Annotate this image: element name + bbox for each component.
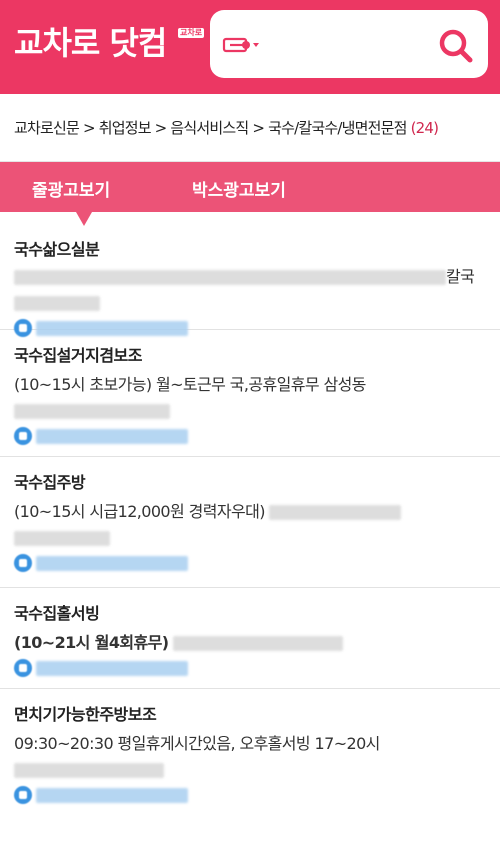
- phone-icon: [14, 659, 32, 677]
- list-item[interactable]: 면치기가능한주방보조 09:30~20:30 평일휴게시간있음, 오후홀서빙 1…: [0, 689, 500, 827]
- listing-title: 국수집설거지겸보조: [14, 346, 142, 365]
- category-dropdown-icon: [222, 37, 259, 53]
- listing-desc-end: 칼국: [446, 267, 475, 286]
- result-count: (24): [410, 118, 439, 137]
- blurred-phone: [36, 555, 188, 571]
- phone-icon: [14, 786, 32, 804]
- tab-line-ads[interactable]: 줄광고보기: [32, 176, 110, 201]
- listing-desc: (10~15시 시급12,000원 경력자우대): [14, 499, 486, 525]
- ad-view-tabs: 줄광고보기 박스광고보기: [0, 162, 500, 226]
- tab-box-ads[interactable]: 박스광고보기: [192, 176, 286, 201]
- search-icon: [439, 29, 473, 63]
- listing-desc: 09:30~20:30 평일휴게시간있음, 오후홀서빙 17~20시: [14, 734, 380, 753]
- list-item[interactable]: 국수집설거지겸보조 (10~15시 초보가능) 월~토근무 국,공휴일휴무 삼성…: [0, 330, 500, 457]
- header: 교차로 닷컴 교차로: [0, 0, 500, 94]
- blurred-text: [14, 404, 170, 419]
- listing-title: 국수삶으실분: [14, 240, 100, 259]
- list-item[interactable]: 국수집주방 (10~15시 시급12,000원 경력자우대): [0, 457, 500, 588]
- listing-desc: 칼국: [14, 264, 486, 290]
- breadcrumb: 교차로신문 > 취업정보 > 음식서비스직 > 국수/칼국수/냉면전문점 (24…: [0, 94, 500, 162]
- listing-desc-line2: [14, 290, 486, 316]
- blurred-text: [269, 505, 402, 520]
- phone-icon: [14, 554, 32, 572]
- blurred-text: [14, 296, 100, 311]
- listing-title: 국수집홀서빙: [14, 604, 100, 623]
- blurred-text: [14, 531, 110, 546]
- listing-desc: (10~21시 월4회휴무): [14, 630, 486, 656]
- search-box: [210, 10, 488, 78]
- blurred-text: [14, 763, 164, 778]
- phone-number[interactable]: [14, 424, 486, 448]
- listing-desc-line2: [14, 757, 486, 783]
- listing-desc-text: (10~21시 월4회휴무): [14, 633, 169, 652]
- phone-icon: [14, 427, 32, 445]
- listing-title: 국수집주방: [14, 473, 86, 492]
- listing-desc-line2: [14, 525, 486, 551]
- search-category-select[interactable]: [222, 34, 262, 56]
- listing-desc: (10~15시 초보가능) 월~토근무 국,공휴일휴무 삼성동: [14, 375, 366, 394]
- list-item[interactable]: 국수집홀서빙 (10~21시 월4회휴무): [0, 588, 500, 689]
- phone-number[interactable]: [14, 656, 486, 680]
- listing-list: 국수삶으실분 칼국 국수집설거지겸보조 (10~15시 초보가능) 월~토근무 …: [0, 212, 500, 827]
- blurred-phone: [36, 787, 188, 803]
- blurred-phone: [36, 428, 188, 444]
- logo-badge: 교차로: [178, 28, 205, 38]
- phone-number[interactable]: [14, 551, 486, 575]
- listing-title: 면치기가능한주방보조: [14, 705, 157, 724]
- phone-number[interactable]: [14, 783, 486, 807]
- search-button[interactable]: [436, 26, 476, 66]
- list-item[interactable]: 국수삶으실분 칼국: [0, 212, 500, 337]
- site-logo[interactable]: 교차로 닷컴: [14, 18, 167, 64]
- search-input[interactable]: [274, 26, 424, 62]
- listing-desc-text: (10~15시 시급12,000원 경력자우대): [14, 502, 265, 521]
- blurred-text: [14, 270, 446, 285]
- blurred-phone: [36, 660, 188, 676]
- listing-desc-line2: [14, 398, 486, 424]
- blurred-text: [173, 636, 344, 651]
- breadcrumb-path[interactable]: 교차로신문 > 취업정보 > 음식서비스직 > 국수/칼국수/냉면전문점: [14, 117, 407, 138]
